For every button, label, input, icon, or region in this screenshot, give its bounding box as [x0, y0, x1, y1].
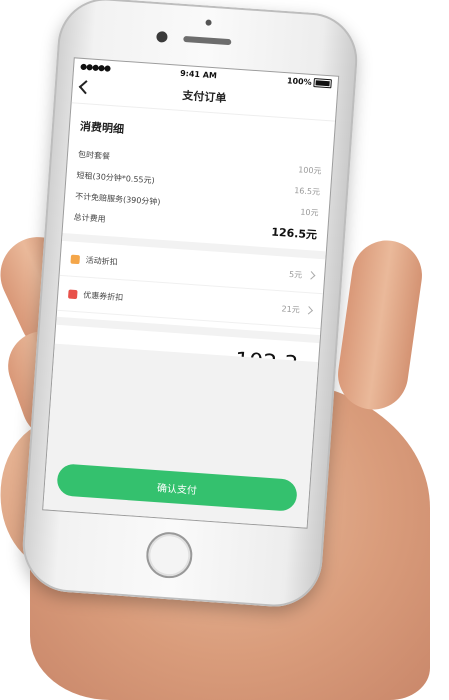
item-label: 短租(30分钟*0.55元): [76, 170, 155, 186]
status-time: 9:41 AM: [179, 68, 218, 80]
discount-label: 活动折扣: [85, 255, 118, 267]
item-value: 100元: [297, 165, 322, 176]
chevron-right-icon: [306, 271, 316, 280]
item-label: 不计免赔服务(390分钟): [74, 191, 161, 207]
battery-icon: [313, 77, 332, 88]
back-icon[interactable]: [78, 80, 93, 95]
signal-icon: ●●●●●: [79, 61, 111, 73]
home-button[interactable]: [144, 530, 194, 580]
battery-percent: 100%: [286, 75, 312, 87]
discount-label: 优惠券折扣: [82, 290, 124, 302]
hand-finger: [333, 235, 427, 415]
chevron-right-icon: [304, 306, 313, 315]
battery-indicator: 100%: [287, 76, 332, 88]
total-label: 总计费用: [73, 212, 106, 224]
total-value: 126.5元: [270, 225, 318, 242]
phone-sensor: [205, 19, 212, 26]
ticket-icon: [68, 289, 78, 299]
item-value: 10元: [300, 207, 319, 218]
phone-screen: ●●●●● 9:41 AM 100% 支付订单 消费明细 包时套餐 100元 短…: [43, 58, 339, 528]
item-label: 包时套餐: [77, 149, 111, 162]
front-camera-icon: [156, 31, 168, 43]
item-value: 16.5元: [293, 186, 321, 197]
gift-icon: [70, 254, 81, 264]
phone-device: ●●●●● 9:41 AM 100% 支付订单 消费明细 包时套餐 100元 短…: [19, 0, 361, 610]
discount-value: 5元: [288, 269, 303, 280]
phone-speaker: [183, 35, 232, 46]
discount-value: 21元: [281, 303, 301, 315]
page-title: 支付订单: [181, 88, 227, 106]
